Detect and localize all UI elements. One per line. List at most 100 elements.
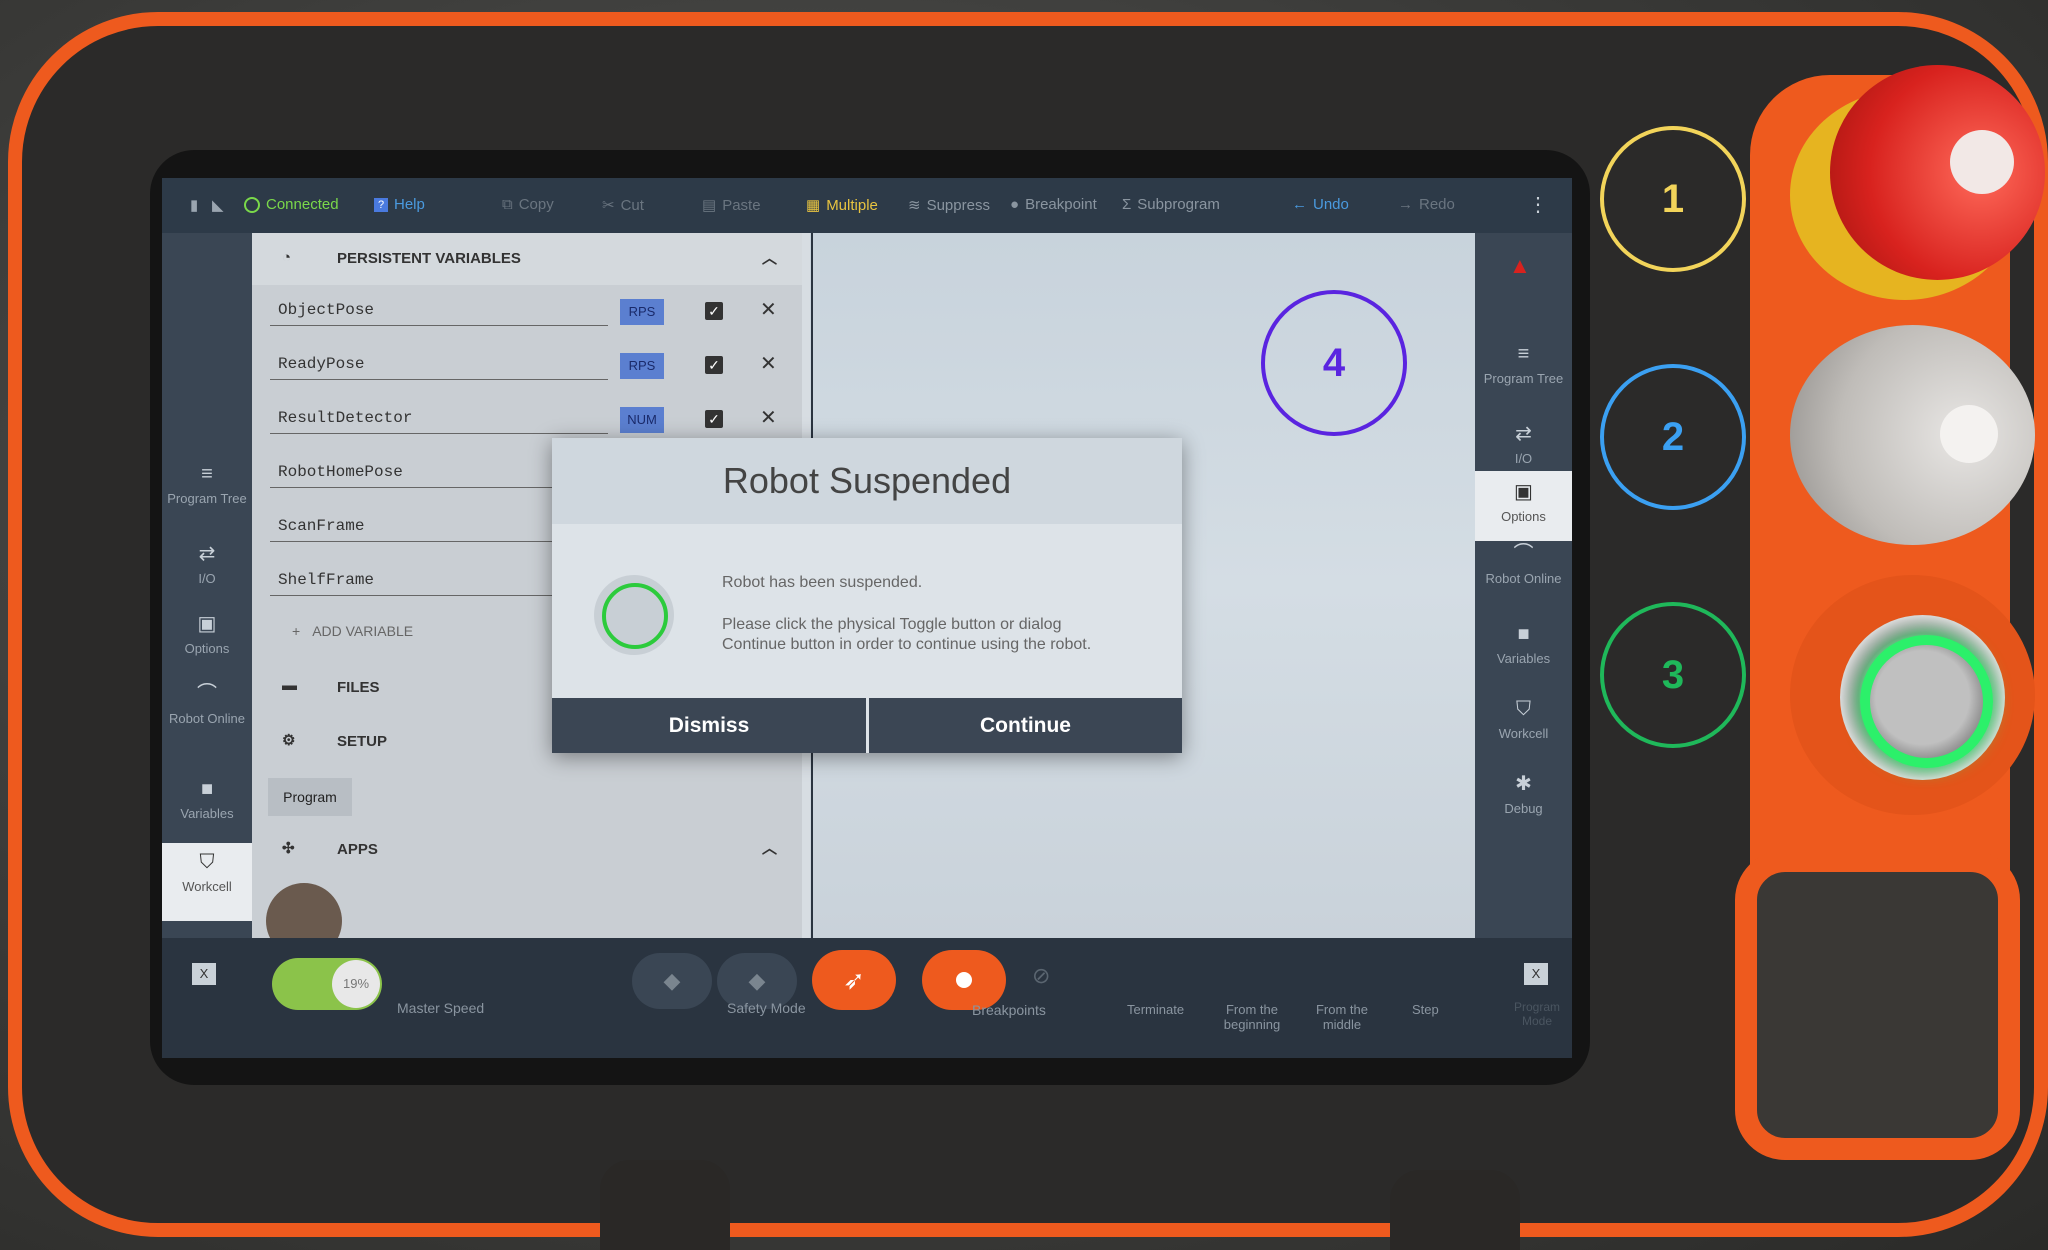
enable-button[interactable] [1790, 325, 2035, 545]
cheetah-icon[interactable]: ➶ [812, 950, 896, 1010]
redo-label: Redo [1419, 196, 1455, 213]
nav-label: I/O [1514, 451, 1533, 466]
undo-label: Undo [1313, 196, 1349, 213]
continue-button[interactable]: Continue [869, 698, 1182, 753]
breakpoint-label: Breakpoint [1025, 196, 1097, 213]
delete-variable-icon[interactable]: ✕ [760, 351, 777, 376]
nav-label: Robot Online [169, 711, 245, 726]
close-icon[interactable]: X [1524, 963, 1548, 985]
green-ring-icon [1860, 635, 1993, 768]
close-icon[interactable]: X [192, 963, 216, 985]
nav-options[interactable]: ▣ Options [162, 613, 252, 656]
toggle-button[interactable] [1840, 615, 2005, 780]
connected-icon [244, 196, 260, 213]
delete-variable-icon[interactable]: ✕ [760, 297, 777, 322]
robot-suspended-dialog: Robot Suspended Robot has been suspended… [552, 438, 1182, 753]
gear-icon: ⚙ [282, 732, 296, 749]
variable-row: ReadyPose RPS ✓ ✕ [270, 339, 800, 393]
nav-io[interactable]: ⇄ I/O [162, 543, 252, 586]
paste-label: Paste [722, 196, 761, 214]
sigma-icon: Σ [1122, 196, 1132, 213]
more-menu-icon[interactable]: ⋮ [1528, 192, 1548, 217]
redo-button[interactable]: → Redo [1398, 196, 1455, 213]
nav-variables[interactable]: ■ Variables [1475, 623, 1572, 666]
nav-label: Robot Online [1485, 571, 1562, 586]
help-icon: ? [374, 197, 388, 212]
nav-robot-online[interactable]: ⌒ Robot Online [162, 683, 252, 726]
variable-type-badge[interactable]: NUM [620, 407, 664, 433]
annotation-4: 4 [1261, 290, 1407, 436]
nav-workcell[interactable]: ⛉ Workcell [162, 843, 252, 921]
from-middle-button[interactable]: From the middle [1307, 1002, 1377, 1032]
list-icon: ≡ [201, 463, 213, 485]
arrow-right-icon: → [1398, 196, 1413, 213]
persistent-checkbox[interactable]: ✓ [705, 302, 723, 320]
shield-icon: ⛉ [199, 851, 215, 873]
breakpoint-icon: ● [1010, 196, 1020, 213]
briefcase-icon: ■ [1517, 623, 1530, 645]
suppress-icon: ≋ [908, 197, 921, 214]
nav-label: Options [1501, 509, 1546, 524]
enable-center-icon [1940, 405, 1998, 463]
gauge-icon: ◔ [282, 249, 292, 266]
bottom-control-bar: X 19% Master Speed ◆ ◆ ➶ Safety Mode ⊘ B… [162, 938, 1572, 1058]
wifi-icon: ◣ [212, 197, 224, 214]
step-button[interactable]: Step [1412, 1002, 1439, 1017]
dialog-message: Robot has been suspended. [722, 574, 923, 591]
persistent-checkbox[interactable]: ✓ [705, 410, 723, 428]
suppress-label: Suppress [926, 196, 990, 214]
nav-options[interactable]: ▣ Options [1475, 471, 1572, 541]
nav-io[interactable]: ⇄ I/O [1475, 423, 1572, 466]
lock-icon[interactable]: ▮ [190, 196, 198, 214]
nav-program-tree[interactable]: ≡ Program Tree [162, 463, 252, 506]
warning-icon[interactable]: ▲ [1509, 253, 1531, 279]
subprogram-label: Subprogram [1137, 196, 1220, 213]
dismiss-button[interactable]: Dismiss [552, 698, 866, 753]
nav-label: Workcell [1498, 726, 1549, 741]
delete-variable-icon[interactable]: ✕ [760, 405, 777, 430]
nav-robot-online[interactable]: ⌒ Robot Online [1475, 543, 1572, 586]
help-button[interactable]: ? Help [374, 196, 425, 213]
speed-toggle[interactable]: 19% [272, 958, 382, 1010]
variable-name[interactable]: ObjectPose [270, 295, 608, 326]
paste-button[interactable]: ▤ Paste [702, 196, 761, 215]
turtle-icon[interactable]: ◆ [632, 953, 712, 1009]
connection-status: Connected [244, 196, 339, 213]
speed-value: 19% [332, 960, 380, 1008]
suppress-button[interactable]: ≋ Suppress [908, 196, 990, 215]
annotation-3: 3 [1600, 602, 1746, 748]
variable-name[interactable]: ReadyPose [270, 349, 608, 380]
variable-type-badge[interactable]: RPS [620, 353, 664, 379]
breakpoint-button[interactable]: ● Breakpoint [1010, 196, 1097, 213]
persistent-checkbox[interactable]: ✓ [705, 356, 723, 374]
breakpoint-off-icon[interactable]: ⊘ [1032, 963, 1050, 989]
add-variable-label: ADD VARIABLE [312, 623, 414, 639]
variable-name[interactable]: ResultDetector [270, 403, 608, 434]
subprogram-button[interactable]: Σ Subprogram [1122, 196, 1220, 213]
emergency-stop-button[interactable] [1830, 65, 2045, 280]
cut-button[interactable]: ✂ Cut [602, 196, 644, 215]
nav-debug[interactable]: ✱ Debug [1475, 773, 1572, 816]
annotation-1: 1 [1600, 126, 1746, 272]
estop-center-icon [1950, 130, 2014, 194]
from-beginning-button[interactable]: From the beginning [1217, 1002, 1287, 1032]
robot-arm-icon: ⌒ [197, 683, 217, 705]
nav-workcell[interactable]: ⛉ Workcell [1475, 698, 1572, 741]
program-tab[interactable]: Program [268, 778, 352, 816]
undo-button[interactable]: ← Undo [1292, 196, 1349, 213]
bug-icon: ✱ [1515, 773, 1532, 795]
copy-button[interactable]: ⧉ Copy [502, 196, 554, 213]
nav-variables[interactable]: ■ Variables [162, 778, 252, 821]
apps-section[interactable]: ✣ APPS ︿ [252, 823, 802, 875]
green-ring-icon [602, 583, 668, 649]
nav-label: Options [184, 641, 230, 656]
nav-label: Variables [180, 806, 234, 821]
nav-program-tree[interactable]: ≡ Program Tree [1475, 343, 1572, 386]
add-variable-button[interactable]: + ADD VARIABLE [292, 623, 413, 639]
variable-type-badge[interactable]: RPS [620, 299, 664, 325]
status-indicator-icon [594, 575, 674, 655]
multiple-button[interactable]: ▦ Multiple [806, 196, 878, 215]
persistent-variables-header[interactable]: ◔ PERSISTENT VARIABLES ︿ [252, 233, 802, 285]
breakpoints-toggle[interactable] [922, 950, 1006, 1010]
terminate-button[interactable]: Terminate [1127, 1002, 1184, 1017]
